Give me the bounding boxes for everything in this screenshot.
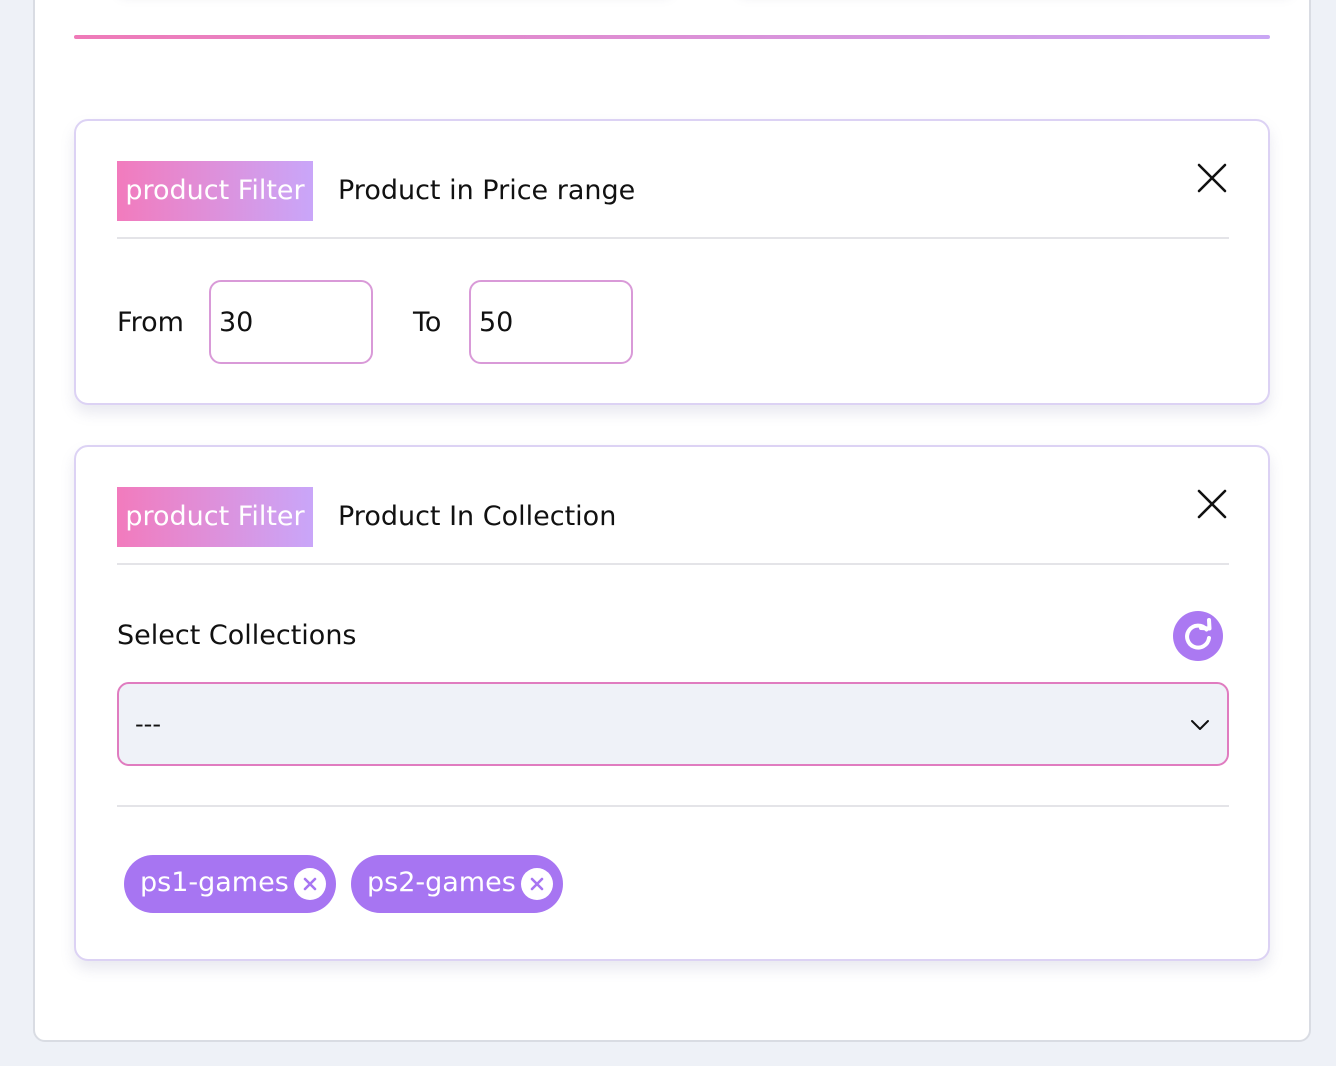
select-value: --- [135,710,161,738]
card-divider [117,237,1229,239]
collection-filter-card: product Filter Product In Collection Sel… [74,445,1270,961]
card-divider [117,805,1229,807]
collections-select[interactable]: --- [117,682,1229,766]
tag-label: ps1-games [140,867,289,898]
select-collections-label: Select Collections [117,620,357,651]
remove-tag-icon[interactable] [294,868,326,900]
remove-tag-icon[interactable] [521,868,553,900]
close-icon[interactable] [1195,161,1229,195]
refresh-icon[interactable] [1173,611,1223,661]
filter-type-badge: product Filter [117,161,313,221]
filter-type-badge: product Filter [117,487,313,547]
filter-title: Product In Collection [338,501,617,532]
section-divider [74,35,1270,39]
filter-title: Product in Price range [338,175,636,206]
collection-tag: ps2-games [351,855,563,913]
collection-tag: ps1-games [124,855,336,913]
price-to-input[interactable] [469,280,633,364]
close-icon[interactable] [1195,487,1229,521]
price-from-input[interactable] [209,280,373,364]
chevron-down-icon [1189,714,1211,736]
tag-label: ps2-games [367,867,516,898]
price-range-filter-card: product Filter Product in Price range Fr… [74,119,1270,405]
to-label: To [413,307,442,338]
card-divider [117,563,1229,565]
from-label: From [117,307,184,338]
